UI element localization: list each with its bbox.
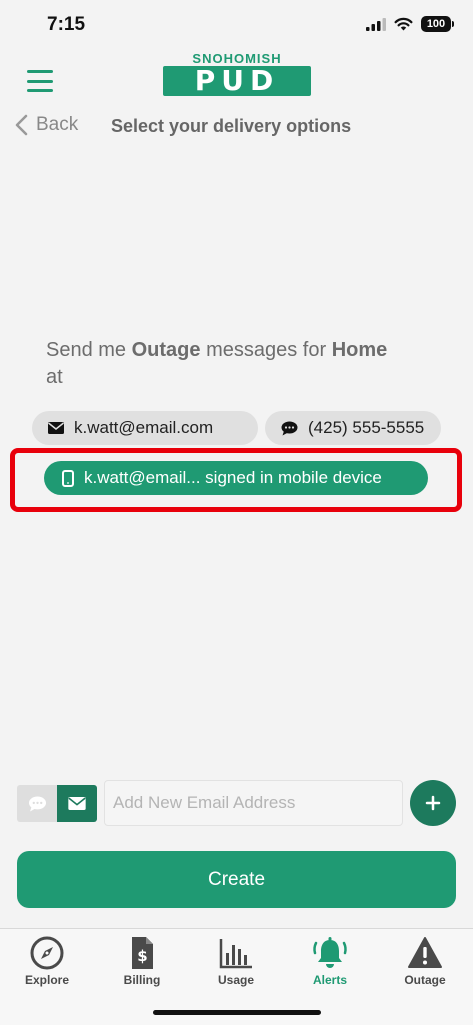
tab-label: Billing xyxy=(123,973,161,987)
email-delivery-chip[interactable]: k.watt@email.com xyxy=(32,411,258,445)
page-title: Select your delivery options xyxy=(111,116,352,136)
status-icons: 100 xyxy=(366,16,454,32)
bill-icon: $ xyxy=(132,937,153,969)
logo-main-text: PUD xyxy=(163,66,311,96)
tab-label: Explore xyxy=(24,973,69,987)
tab-label: Usage xyxy=(217,973,255,987)
svg-text:$: $ xyxy=(137,947,147,965)
envelope-icon xyxy=(48,422,64,434)
message-alert-type: Outage xyxy=(131,339,201,361)
tab-usage[interactable]: Usage xyxy=(201,929,271,987)
tab-label: Alerts xyxy=(312,973,347,987)
email-toggle-button[interactable] xyxy=(57,785,97,822)
sms-delivery-chip[interactable]: (425) 555-5555 xyxy=(265,411,441,445)
message-suffix: at xyxy=(46,366,63,388)
new-email-input[interactable] xyxy=(104,780,403,826)
logo: SNOHOMISH PUD xyxy=(163,52,311,98)
warning-icon xyxy=(408,937,442,968)
bell-icon xyxy=(313,937,347,968)
sms-delivery-label: (425) 555-5555 xyxy=(308,418,425,437)
tab-outage[interactable]: Outage xyxy=(390,929,460,987)
message-middle: messages for xyxy=(200,339,332,361)
tab-alerts[interactable]: Alerts xyxy=(295,929,365,987)
back-button[interactable]: Back xyxy=(14,114,78,136)
tab-explore[interactable]: Explore xyxy=(12,929,82,987)
sms-toggle-button[interactable] xyxy=(17,785,57,822)
channel-toggle xyxy=(17,785,97,822)
delivery-message: Send me Outage messages for Home at xyxy=(46,337,436,391)
plus-icon xyxy=(425,795,441,811)
wifi-icon xyxy=(394,17,413,31)
bar-chart-icon xyxy=(219,939,252,969)
home-indicator xyxy=(153,1010,321,1015)
menu-icon[interactable] xyxy=(27,70,53,92)
chat-bubble-icon xyxy=(281,421,298,435)
battery-icon: 100 xyxy=(421,16,454,32)
compass-icon xyxy=(30,936,64,970)
signal-icon xyxy=(366,17,386,31)
envelope-icon xyxy=(68,797,86,810)
back-label: Back xyxy=(36,114,79,135)
add-email-button[interactable] xyxy=(410,780,456,826)
tab-billing[interactable]: $ Billing xyxy=(107,929,177,987)
highlight-box xyxy=(10,448,462,512)
tab-label: Outage xyxy=(404,973,446,987)
message-prefix: Send me xyxy=(46,339,132,361)
message-location: Home xyxy=(331,339,388,361)
chevron-left-icon xyxy=(15,114,28,136)
email-delivery-label: k.watt@email.com xyxy=(74,418,214,437)
status-time: 7:15 xyxy=(47,14,86,35)
chat-bubble-icon xyxy=(28,796,46,811)
create-button[interactable]: Create xyxy=(17,851,456,908)
